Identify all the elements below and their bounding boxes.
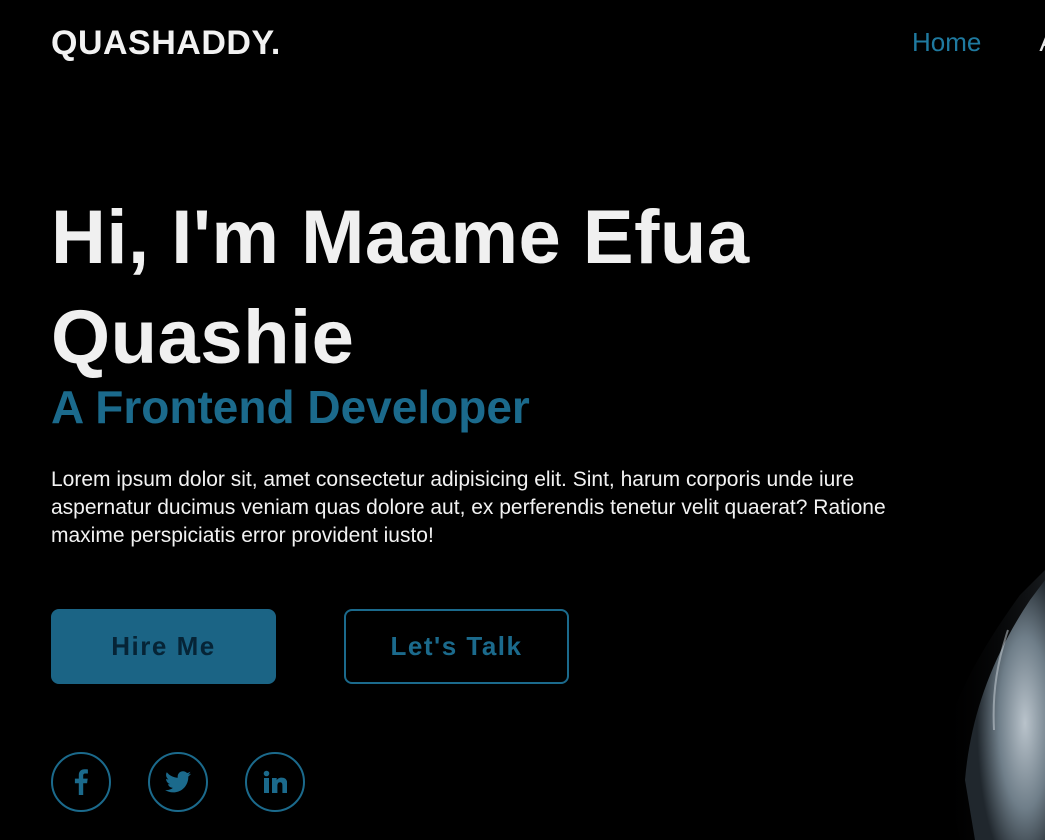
site-logo[interactable]: QUASHADDY.: [51, 24, 281, 63]
facebook-link[interactable]: [51, 752, 111, 812]
nav-link-next[interactable]: A: [1039, 27, 1045, 58]
page: QUASHADDY. Home A Hi, I'm Maame Efua Qua…: [0, 0, 1045, 840]
main-nav: Home A: [912, 27, 1045, 58]
twitter-link[interactable]: [148, 752, 208, 812]
profile-portrait: [920, 540, 1045, 840]
twitter-icon: [165, 771, 191, 793]
hero-description: Lorem ipsum dolor sit, amet consectetur …: [51, 468, 886, 547]
hero-title: Hi, I'm Maame Efua Quashie: [51, 195, 750, 380]
linkedin-icon: [263, 770, 287, 794]
lets-talk-button[interactable]: Let's Talk: [344, 609, 569, 684]
linkedin-link[interactable]: [245, 752, 305, 812]
facebook-icon: [74, 769, 88, 795]
hire-me-button[interactable]: Hire Me: [51, 609, 276, 684]
nav-link-home[interactable]: Home: [912, 27, 981, 58]
hero-subtitle: A Frontend Developer: [51, 381, 530, 433]
